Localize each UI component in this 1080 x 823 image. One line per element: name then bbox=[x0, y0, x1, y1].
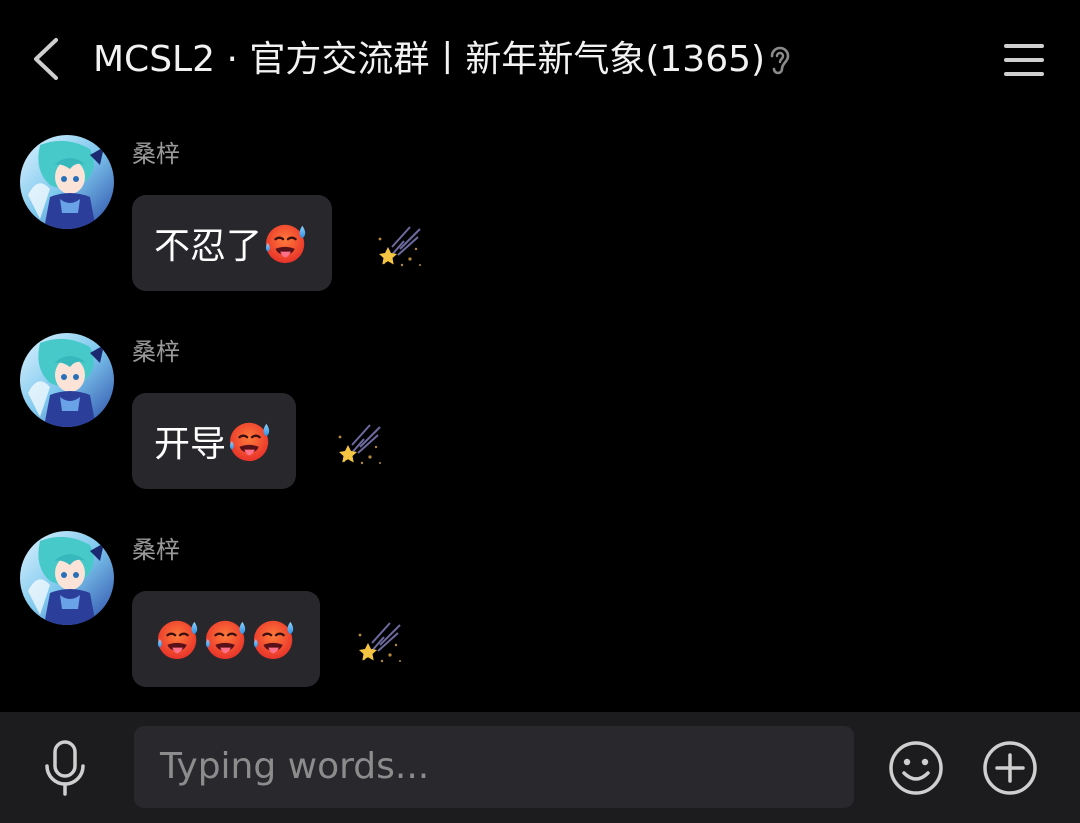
avatar[interactable] bbox=[20, 135, 114, 229]
message-input[interactable]: Typing words... bbox=[134, 726, 854, 808]
emoji-icon[interactable] bbox=[887, 739, 945, 797]
avatar[interactable] bbox=[20, 531, 114, 625]
sender-name: 桑梓 bbox=[132, 338, 180, 366]
back-arrow-icon[interactable] bbox=[26, 34, 66, 84]
ear-icon[interactable] bbox=[766, 42, 794, 78]
message-input-placeholder: Typing words... bbox=[160, 746, 430, 787]
hot-face-icon bbox=[228, 418, 274, 464]
message-item: 桑梓 不忍了 bbox=[0, 135, 1080, 315]
shooting-star-icon bbox=[370, 219, 426, 275]
microphone-icon[interactable] bbox=[40, 738, 90, 798]
message-item: 桑梓 bbox=[0, 531, 1080, 711]
shooting-star-icon bbox=[330, 417, 386, 473]
message-bubble[interactable] bbox=[132, 591, 320, 687]
shooting-star-icon bbox=[350, 615, 406, 671]
sender-name: 桑梓 bbox=[132, 140, 180, 168]
message-bubble[interactable]: 开导 bbox=[132, 393, 297, 489]
message-bubble[interactable]: 不忍了 bbox=[132, 195, 333, 291]
hot-face-icon bbox=[252, 616, 298, 662]
message-item: 桑梓 开导 bbox=[0, 333, 1080, 513]
chat-header: MCSL2 · 官方交流群丨新年新气象(1365) bbox=[0, 0, 1080, 120]
add-icon[interactable] bbox=[981, 739, 1039, 797]
chat-title: MCSL2 · 官方交流群丨新年新气象(1365) bbox=[93, 39, 766, 80]
message-text: 开导 bbox=[154, 424, 227, 465]
hot-face-icon bbox=[264, 220, 310, 266]
menu-icon[interactable] bbox=[1000, 40, 1048, 80]
sender-name: 桑梓 bbox=[132, 536, 180, 564]
hot-face-icon bbox=[156, 616, 202, 662]
hot-face-icon bbox=[204, 616, 250, 662]
avatar[interactable] bbox=[20, 333, 114, 427]
message-text: 不忍了 bbox=[154, 226, 263, 267]
